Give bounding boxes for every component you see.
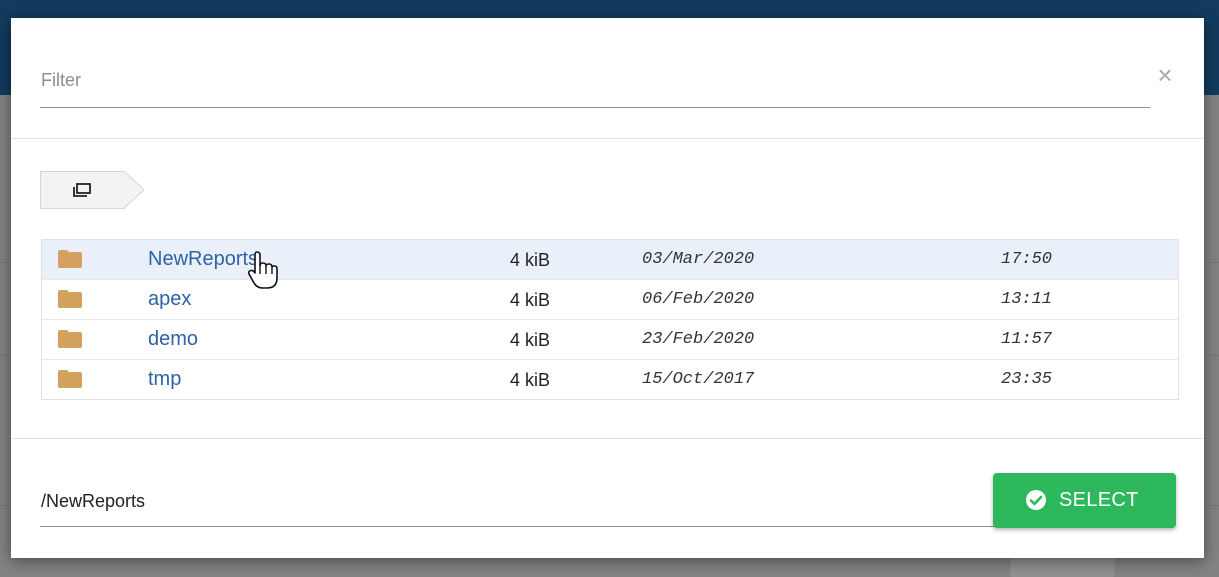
file-time: 23:35 bbox=[1001, 370, 1053, 389]
file-picker-dialog: × NewReports 4 kiB 03/Mar/2020 17:50 bbox=[11, 18, 1204, 558]
file-time: 11:57 bbox=[1001, 330, 1053, 349]
file-size: 4 kiB bbox=[510, 250, 551, 270]
footer-divider bbox=[11, 438, 1204, 439]
folder-icon bbox=[58, 290, 82, 313]
selected-path-input[interactable] bbox=[40, 486, 981, 516]
file-date: 06/Feb/2020 bbox=[642, 290, 755, 309]
close-icon[interactable]: × bbox=[1152, 62, 1178, 88]
filter-input[interactable] bbox=[40, 65, 1141, 95]
select-button[interactable]: SELECT bbox=[993, 473, 1176, 528]
breadcrumb-root[interactable] bbox=[40, 171, 125, 209]
file-name-link[interactable]: tmp bbox=[148, 368, 181, 391]
filter-field bbox=[40, 55, 1150, 108]
folder-icon bbox=[58, 370, 82, 393]
folder-icon bbox=[58, 250, 82, 273]
file-name-link[interactable]: demo bbox=[148, 328, 198, 351]
file-time: 13:11 bbox=[1001, 290, 1053, 309]
file-list: NewReports 4 kiB 03/Mar/2020 17:50 apex … bbox=[41, 239, 1179, 400]
hand-cursor-icon bbox=[246, 250, 280, 295]
file-size: 4 kiB bbox=[510, 330, 551, 350]
path-field bbox=[40, 474, 1100, 527]
file-name-link[interactable]: NewReports bbox=[148, 248, 258, 271]
file-date: 03/Mar/2020 bbox=[642, 250, 755, 269]
file-time: 17:50 bbox=[1001, 250, 1053, 269]
folder-icon bbox=[58, 330, 82, 353]
file-name-link[interactable]: apex bbox=[148, 288, 191, 311]
select-button-label: SELECT bbox=[1059, 489, 1139, 511]
root-folder-icon bbox=[71, 182, 93, 203]
list-item[interactable]: demo 4 kiB 23/Feb/2020 11:57 bbox=[42, 320, 1178, 360]
list-item[interactable]: NewReports 4 kiB 03/Mar/2020 17:50 bbox=[42, 240, 1178, 280]
file-size: 4 kiB bbox=[510, 290, 551, 310]
check-circle-icon bbox=[1025, 489, 1047, 516]
list-item[interactable]: apex 4 kiB 06/Feb/2020 13:11 bbox=[42, 280, 1178, 320]
file-date: 23/Feb/2020 bbox=[642, 330, 755, 349]
header-divider bbox=[11, 138, 1204, 139]
file-date: 15/Oct/2017 bbox=[642, 370, 755, 389]
list-item[interactable]: tmp 4 kiB 15/Oct/2017 23:35 bbox=[42, 360, 1178, 399]
file-size: 4 kiB bbox=[510, 370, 551, 390]
